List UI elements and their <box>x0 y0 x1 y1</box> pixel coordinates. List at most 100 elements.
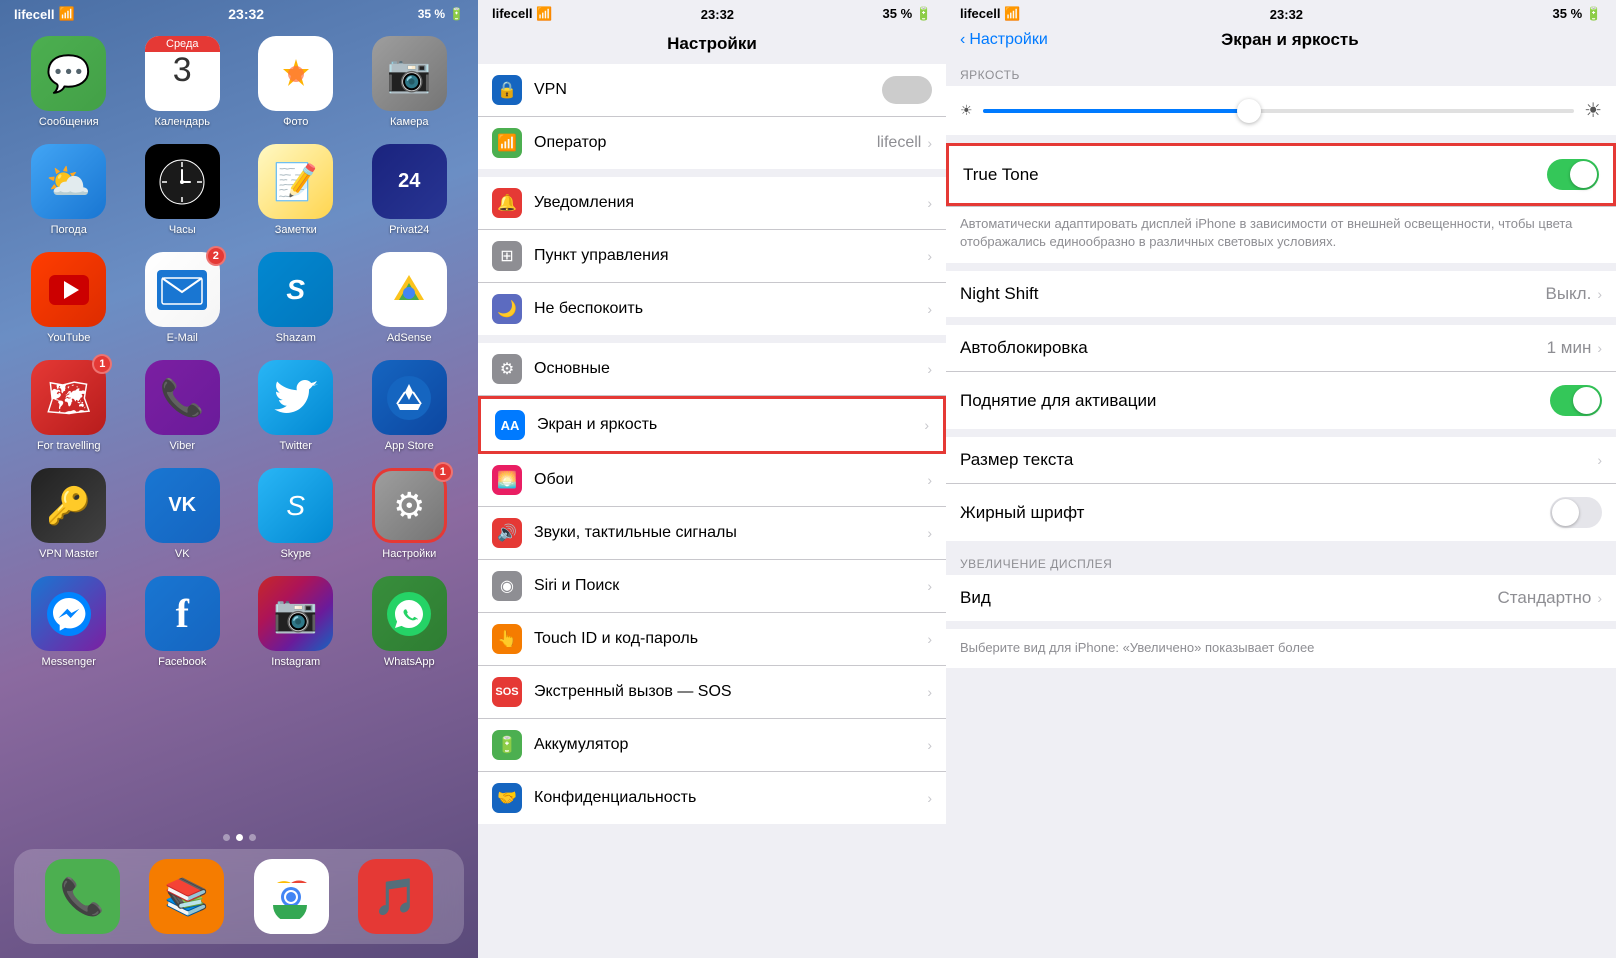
chevron-general: › <box>927 361 932 377</box>
brightness-low-icon: ☀ <box>960 102 973 119</box>
settings-row-vpn[interactable]: 🔒 VPN <box>478 64 946 117</box>
settings-row-dnd[interactable]: 🌙 Не беспокоить › <box>478 283 946 335</box>
brightness-section: ☀ ☀ <box>946 86 1616 135</box>
brightness-thumb[interactable] <box>1237 99 1261 123</box>
true-tone-section: True Tone Автоматически адаптировать дис… <box>946 143 1616 263</box>
brightness-high-icon: ☀ <box>1584 98 1602 123</box>
display-section-2: Автоблокировка 1 мин › Поднятие для акти… <box>946 325 1616 429</box>
app-email[interactable]: 2 E-Mail <box>130 252 236 344</box>
app-messenger[interactable]: Messenger <box>16 576 122 668</box>
app-travelling[interactable]: 🗺 1 For travelling <box>16 360 122 452</box>
chevron-wallpaper: › <box>927 472 932 488</box>
settings-row-privacy[interactable]: 🤝 Конфиденциальность › <box>478 772 946 824</box>
text-size-row[interactable]: Размер текста › <box>946 437 1616 484</box>
time-display: 23:32 <box>1270 7 1303 22</box>
app-privat24[interactable]: 24 Privat24 <box>357 144 463 236</box>
settings-row-sos[interactable]: SOS Экстренный вызов — SOS › <box>478 666 946 719</box>
settings-list: 🔒 VPN 📶 Оператор lifecell › 🔔 Уведомлени… <box>478 64 946 958</box>
privacy-icon: 🤝 <box>492 783 522 813</box>
app-weather[interactable]: ⛅ Погода <box>16 144 122 236</box>
app-appstore[interactable]: App Store <box>357 360 463 452</box>
dock-books[interactable]: 📚 <box>149 859 224 934</box>
settings-row-siri[interactable]: ◉ Siri и Поиск › <box>478 560 946 613</box>
app-photos[interactable]: Фото <box>243 36 349 128</box>
autoblocking-row[interactable]: Автоблокировка 1 мин › <box>946 325 1616 372</box>
settings-row-touchid[interactable]: 👆 Touch ID и код-пароль › <box>478 613 946 666</box>
settings-row-sounds[interactable]: 🔊 Звуки, тактильные сигналы › <box>478 507 946 560</box>
app-adsense[interactable]: AdSense <box>357 252 463 344</box>
settings-row-controlcenter[interactable]: ⊞ Пункт управления › <box>478 230 946 283</box>
chevron-dnd: › <box>927 301 932 317</box>
dock-phone[interactable]: 📞 <box>45 859 120 934</box>
brightness-section-label: ЯРКОСТЬ <box>946 60 1616 86</box>
text-size-label: Размер текста <box>960 450 1597 470</box>
vpn-toggle[interactable] <box>882 76 932 104</box>
app-viber[interactable]: 📞 Viber <box>130 360 236 452</box>
settings-row-display[interactable]: AA Экран и яркость › <box>478 396 946 454</box>
view-row[interactable]: Вид Стандартно › <box>946 575 1616 621</box>
wallpaper-icon: 🌅 <box>492 465 522 495</box>
chevron-sounds: › <box>927 525 932 541</box>
app-calendar[interactable]: Среда 3 Календарь <box>130 36 236 128</box>
battery-icon: 🔋 <box>492 730 522 760</box>
general-icon: ⚙ <box>492 354 522 384</box>
settings-row-general[interactable]: ⚙ Основные › <box>478 343 946 396</box>
app-camera[interactable]: 📷 Камера <box>357 36 463 128</box>
carrier-display: lifecell 📶 <box>960 6 1020 22</box>
raise-to-wake-toggle[interactable] <box>1550 385 1602 416</box>
notifications-icon: 🔔 <box>492 188 522 218</box>
settings-title: Настройки <box>478 26 946 64</box>
chevron-autoblocking: › <box>1597 340 1602 356</box>
bold-text-toggle[interactable] <box>1550 497 1602 528</box>
dock-chrome[interactable] <box>254 859 329 934</box>
display-icon: AA <box>495 410 525 440</box>
home-screen: lifecell 📶 23:32 35 % 🔋 💬 Сообщения Сред… <box>0 0 478 958</box>
chevron-sos: › <box>927 684 932 700</box>
brightness-row: ☀ ☀ <box>960 98 1602 123</box>
settings-section-system: 🔔 Уведомления › ⊞ Пункт управления › 🌙 Н… <box>478 177 946 335</box>
settings-row-wallpaper[interactable]: 🌅 Обои › <box>478 454 946 507</box>
control-center-icon: ⊞ <box>492 241 522 271</box>
bold-text-label: Жирный шрифт <box>960 503 1550 523</box>
chevron-touchid: › <box>927 631 932 647</box>
app-instagram[interactable]: 📷 Instagram <box>243 576 349 668</box>
settings-section-main: ⚙ Основные › AA Экран и яркость › 🌅 Обои… <box>478 343 946 824</box>
view-value: Стандартно <box>1498 588 1592 608</box>
status-bar-display: lifecell 📶 23:32 35 % 🔋 <box>946 0 1616 26</box>
app-facebook[interactable]: f Facebook <box>130 576 236 668</box>
app-settings[interactable]: ⚙ 1 Настройки <box>357 468 463 560</box>
true-tone-toggle[interactable] <box>1547 159 1599 190</box>
app-messages[interactable]: 💬 Сообщения <box>16 36 122 128</box>
chevron-controlcenter: › <box>927 248 932 264</box>
app-vk[interactable]: VK VK <box>130 468 236 560</box>
settings-screen: lifecell 📶 23:32 35 % 🔋 Настройки 🔒 VPN … <box>478 0 946 958</box>
app-youtube[interactable]: YouTube <box>16 252 122 344</box>
brightness-fill <box>983 109 1249 113</box>
autoblocking-label: Автоблокировка <box>960 338 1547 358</box>
zoom-section-label: УВЕЛИЧЕНИЕ ДИСПЛЕЯ <box>946 549 1616 575</box>
app-shazam[interactable]: S Shazam <box>243 252 349 344</box>
app-notes[interactable]: 📝 Заметки <box>243 144 349 236</box>
battery-display: 35 % 🔋 <box>1553 6 1602 22</box>
display-section-3: Размер текста › Жирный шрифт <box>946 437 1616 541</box>
app-whatsapp[interactable]: WhatsApp <box>357 576 463 668</box>
brightness-slider[interactable] <box>983 109 1575 113</box>
app-skype[interactable]: S Skype <box>243 468 349 560</box>
night-shift-row[interactable]: Night Shift Выкл. › <box>946 271 1616 317</box>
app-vpnmaster[interactable]: 🔑 VPN Master <box>16 468 122 560</box>
raise-to-wake-row[interactable]: Поднятие для активации <box>946 372 1616 429</box>
settings-row-notifications[interactable]: 🔔 Уведомления › <box>478 177 946 230</box>
dock-music[interactable]: 🎵 <box>358 859 433 934</box>
true-tone-label: True Tone <box>963 165 1547 185</box>
settings-row-battery[interactable]: 🔋 Аккумулятор › <box>478 719 946 772</box>
zoom-description: Выберите вид для iPhone: «Увеличено» пок… <box>946 629 1616 667</box>
back-button[interactable]: ‹ Настройки <box>960 31 1048 49</box>
bold-text-row[interactable]: Жирный шрифт <box>946 484 1616 541</box>
app-clock[interactable]: Часы <box>130 144 236 236</box>
settings-section-network: 🔒 VPN 📶 Оператор lifecell › <box>478 64 946 169</box>
touchid-icon: 👆 <box>492 624 522 654</box>
night-shift-label: Night Shift <box>960 284 1545 304</box>
app-twitter[interactable]: Twitter <box>243 360 349 452</box>
raise-to-wake-label: Поднятие для активации <box>960 391 1550 411</box>
settings-row-operator[interactable]: 📶 Оператор lifecell › <box>478 117 946 169</box>
